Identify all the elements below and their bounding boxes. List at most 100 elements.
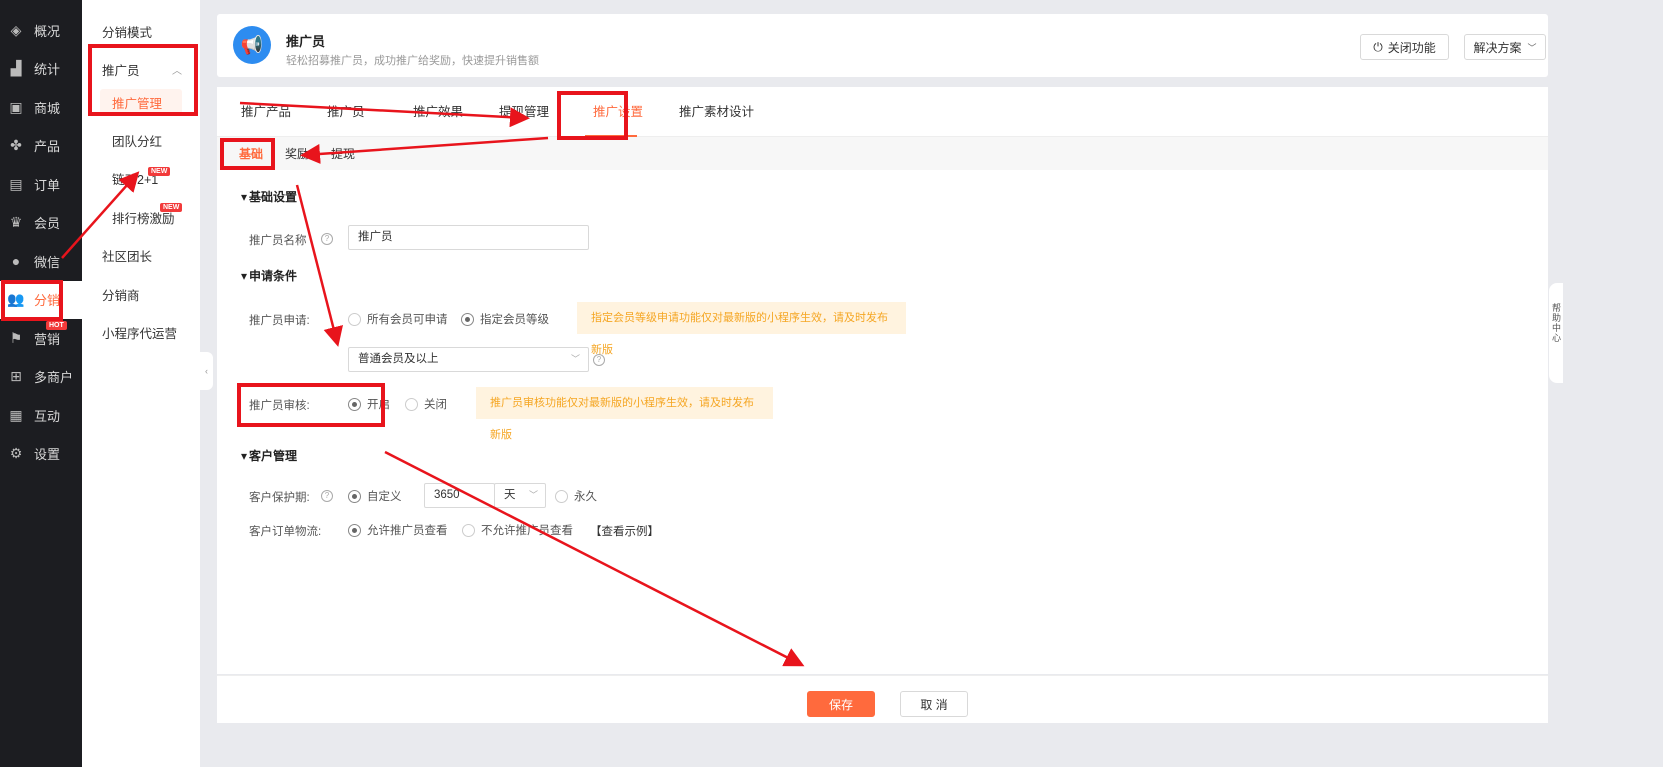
radio-label: 允许推广员查看 (367, 525, 448, 537)
radio-dot (461, 312, 474, 326)
radio-label: 自定义 (367, 491, 402, 503)
radio-audit-off[interactable]: 关闭 (405, 396, 447, 412)
product-icon: ✤ (10, 137, 22, 154)
chevron-up-icon: ︿ (172, 66, 182, 78)
megaphone-icon: 📢 (233, 26, 271, 64)
radio-protect-forever[interactable]: 永久 (555, 488, 597, 504)
nav-item-1[interactable]: ▟ 统计 (0, 50, 82, 89)
nav-item-3[interactable]: ✤ 产品 (0, 127, 82, 166)
view-example-link[interactable]: 【查看示例】 (590, 523, 659, 539)
nav-label: 多商户 (34, 370, 74, 386)
help-label: 帮助中心 (1552, 303, 1562, 343)
flag-icon: ⚑ (9, 329, 23, 346)
section-apply[interactable]: 申请条件 (241, 267, 297, 284)
subtab-basic[interactable]: 基础 (239, 145, 263, 162)
nav-label: 设置 (34, 447, 61, 463)
help-icon[interactable]: ? (321, 233, 333, 245)
nav-item-5[interactable]: ♛ 会员 (0, 204, 82, 243)
users-icon: 👥 (7, 291, 25, 308)
layers-icon: ◈ (10, 21, 22, 38)
member-level-select[interactable]: 普通会员及以上 ﹀ (348, 347, 589, 372)
help-icon[interactable]: ? (321, 490, 333, 502)
promoter-name-input[interactable]: 推广员 (348, 225, 589, 250)
radio-label: 开启 (367, 399, 390, 411)
sub-item-miniapp[interactable]: 小程序代运营 (82, 314, 200, 353)
subtab-reward[interactable]: 奖励 (285, 145, 309, 162)
nav-label: 商城 (34, 100, 61, 116)
radio-label: 关闭 (424, 399, 447, 411)
store-icon: ▣ (9, 98, 23, 115)
nav-item-4[interactable]: ▤ 订单 (0, 165, 82, 204)
page-header: 📢 推广员 轻松招募推广员，成功推广给奖励，快速提升销售额 ⏻ 关闭功能 解决方案… (217, 14, 1548, 77)
sub-item-promoter[interactable]: 推广员 ︿ (82, 51, 200, 90)
merchant-icon: ⊞ (10, 368, 22, 385)
radio-label: 指定会员等级 (480, 314, 549, 326)
sub-item-label: 推广员 (102, 64, 140, 79)
subtab-withdraw[interactable]: 提现 (331, 145, 355, 162)
radio-dot (348, 489, 361, 503)
select-value: 普通会员及以上 (358, 353, 439, 365)
tab-material[interactable]: 推广素材设计 (679, 87, 765, 137)
radio-apply-all[interactable]: 所有会员可申请 (348, 311, 448, 327)
radio-audit-on[interactable]: 开启 (348, 396, 390, 412)
nav-item-2[interactable]: ▣ 商城 (0, 88, 82, 127)
protect-label: 客户保护期: (249, 492, 310, 504)
nav-item-11[interactable]: ⚙ 设置 (0, 435, 82, 474)
radio-apply-level[interactable]: 指定会员等级 (461, 311, 549, 327)
collapse-menu-button[interactable]: ‹ (200, 352, 213, 390)
page-title: 推广员 (286, 34, 326, 49)
nav-item-0[interactable]: ◈ 概况 (0, 11, 82, 50)
help-center-button[interactable]: 帮助中心 (1549, 283, 1563, 383)
nav-item-7[interactable]: 👥 分销 (0, 280, 82, 319)
select-value: 天 (504, 489, 516, 501)
nav-item-8[interactable]: ⚑ 营销 HOT (0, 319, 82, 358)
help-icon[interactable]: ? (593, 354, 605, 366)
logistics-label: 客户订单物流: (249, 526, 322, 538)
sub-item-mode[interactable]: 分销模式 (82, 12, 200, 51)
radio-protect-custom[interactable]: 自定义 (348, 488, 402, 504)
power-icon: ⏻ (1373, 39, 1383, 54)
protect-unit-select[interactable]: 天 ﹀ (494, 483, 546, 508)
chevron-down-icon: ﹀ (1527, 42, 1537, 53)
protect-days-input[interactable]: 3650 (424, 483, 495, 508)
tab-settings[interactable]: 推广设置 (585, 87, 679, 137)
radio-label: 不允许推广员查看 (481, 525, 573, 537)
hot-badge: HOT (46, 321, 67, 330)
nav-item-9[interactable]: ⊞ 多商户 (0, 358, 82, 397)
section-basic[interactable]: 基础设置 (241, 188, 297, 205)
nav-label: 订单 (34, 177, 61, 193)
sub-item-team-bonus[interactable]: 团队分红 (82, 121, 200, 160)
order-icon: ▤ (9, 175, 23, 192)
sub-item-ranking[interactable]: 排行榜激励 NEW (82, 198, 200, 237)
cancel-button[interactable]: 取 消 (900, 691, 968, 717)
sub-menu: 分销模式 推广员 ︿ 推广管理 团队分红 链动2+1 NEW 排行榜激励 NEW 社区… (82, 0, 200, 767)
radio-dot (555, 489, 568, 503)
tab-effect[interactable]: 推广效果 (413, 87, 499, 137)
tab-withdraw[interactable]: 提现管理 (499, 87, 585, 137)
solution-dropdown[interactable]: 解决方案 ﹀ (1464, 34, 1546, 60)
name-label: 推广员名称 (249, 235, 307, 247)
close-feature-button[interactable]: ⏻ 关闭功能 (1360, 34, 1449, 60)
nav-label: 统计 (34, 62, 61, 78)
radio-dot (348, 523, 361, 537)
chevron-down-icon: ﹀ (570, 354, 580, 364)
sub-item-linkage[interactable]: 链动2+1 NEW (82, 160, 200, 199)
sub-item-community[interactable]: 社区团长 (82, 237, 200, 276)
page-description: 轻松招募推广员，成功推广给奖励，快速提升销售额 (286, 55, 539, 67)
radio-logistics-allow[interactable]: 允许推广员查看 (348, 522, 448, 538)
nav-label: 微信 (34, 254, 61, 270)
sub-item-distributor[interactable]: 分销商 (82, 275, 200, 314)
footer-bar: 保存 取 消 (217, 675, 1548, 723)
radio-logistics-deny[interactable]: 不允许推广员查看 (462, 522, 573, 538)
sub-item-promoter-manage[interactable]: 推广管理 (100, 89, 182, 115)
save-button[interactable]: 保存 (807, 691, 875, 717)
nav-label: 概况 (34, 23, 61, 39)
tab-promoters[interactable]: 推广员 (327, 87, 413, 137)
radio-dot (405, 397, 418, 411)
nav-item-6[interactable]: ● 微信 (0, 242, 82, 281)
tab-products[interactable]: 推广产品 (241, 87, 327, 137)
section-customer[interactable]: 客户管理 (241, 447, 297, 464)
apply-tip: 指定会员等级申请功能仅对最新版的小程序生效，请及时发布新版 (577, 302, 906, 356)
audit-tip: 推广员审核功能仅对最新版的小程序生效，请及时发布新版 (476, 387, 773, 441)
nav-item-10[interactable]: ▦ 互动 (0, 396, 82, 435)
